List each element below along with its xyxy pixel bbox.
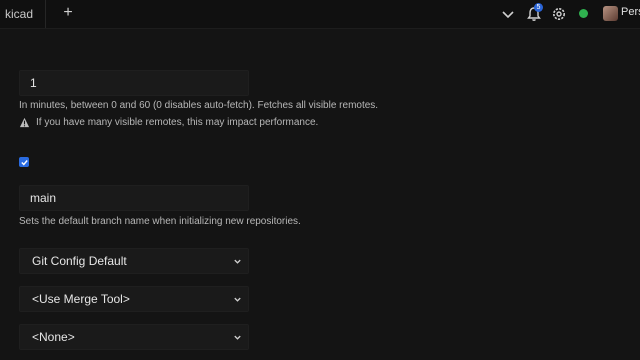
chevron-down-icon bbox=[234, 259, 241, 264]
autofetch-help-text: In minutes, between 0 and 60 (0 disables… bbox=[19, 100, 379, 111]
select-merge-tool-value: <Use Merge Tool> bbox=[32, 292, 130, 306]
select-none[interactable]: <None> bbox=[19, 324, 249, 350]
tab-label: kicad bbox=[5, 7, 34, 21]
autofetch-interval-value: 1 bbox=[30, 76, 37, 90]
select-git-config-value: Git Config Default bbox=[32, 254, 127, 268]
setting-checkbox[interactable] bbox=[19, 157, 29, 167]
user-name[interactable]: Pers bbox=[621, 6, 640, 18]
notification-badge: 5 bbox=[534, 3, 543, 12]
select-merge-tool[interactable]: <Use Merge Tool> bbox=[19, 286, 249, 312]
chevron-down-icon bbox=[234, 335, 241, 340]
default-branch-input[interactable]: main bbox=[19, 185, 249, 211]
autofetch-interval-input[interactable]: 1 bbox=[19, 70, 249, 96]
default-branch-value: main bbox=[30, 191, 57, 205]
check-icon bbox=[20, 159, 28, 166]
avatar[interactable] bbox=[603, 6, 618, 21]
new-tab-button[interactable]: + bbox=[58, 3, 78, 23]
default-branch-help-text: Sets the default branch name when initia… bbox=[19, 216, 301, 227]
top-bar: kicad + 5 Pers bbox=[0, 0, 640, 29]
autofetch-warning: If you have many visible remotes, this m… bbox=[19, 117, 318, 128]
select-none-value: <None> bbox=[32, 330, 75, 344]
chevron-down-icon bbox=[234, 297, 241, 302]
status-indicator bbox=[579, 9, 588, 18]
warning-text: If you have many visible remotes, this m… bbox=[36, 117, 319, 128]
chevron-down-icon[interactable] bbox=[499, 5, 517, 23]
warning-icon bbox=[19, 117, 30, 128]
gear-icon[interactable] bbox=[550, 5, 568, 23]
select-git-config[interactable]: Git Config Default bbox=[19, 248, 249, 274]
tab-kicad[interactable]: kicad bbox=[0, 0, 46, 28]
